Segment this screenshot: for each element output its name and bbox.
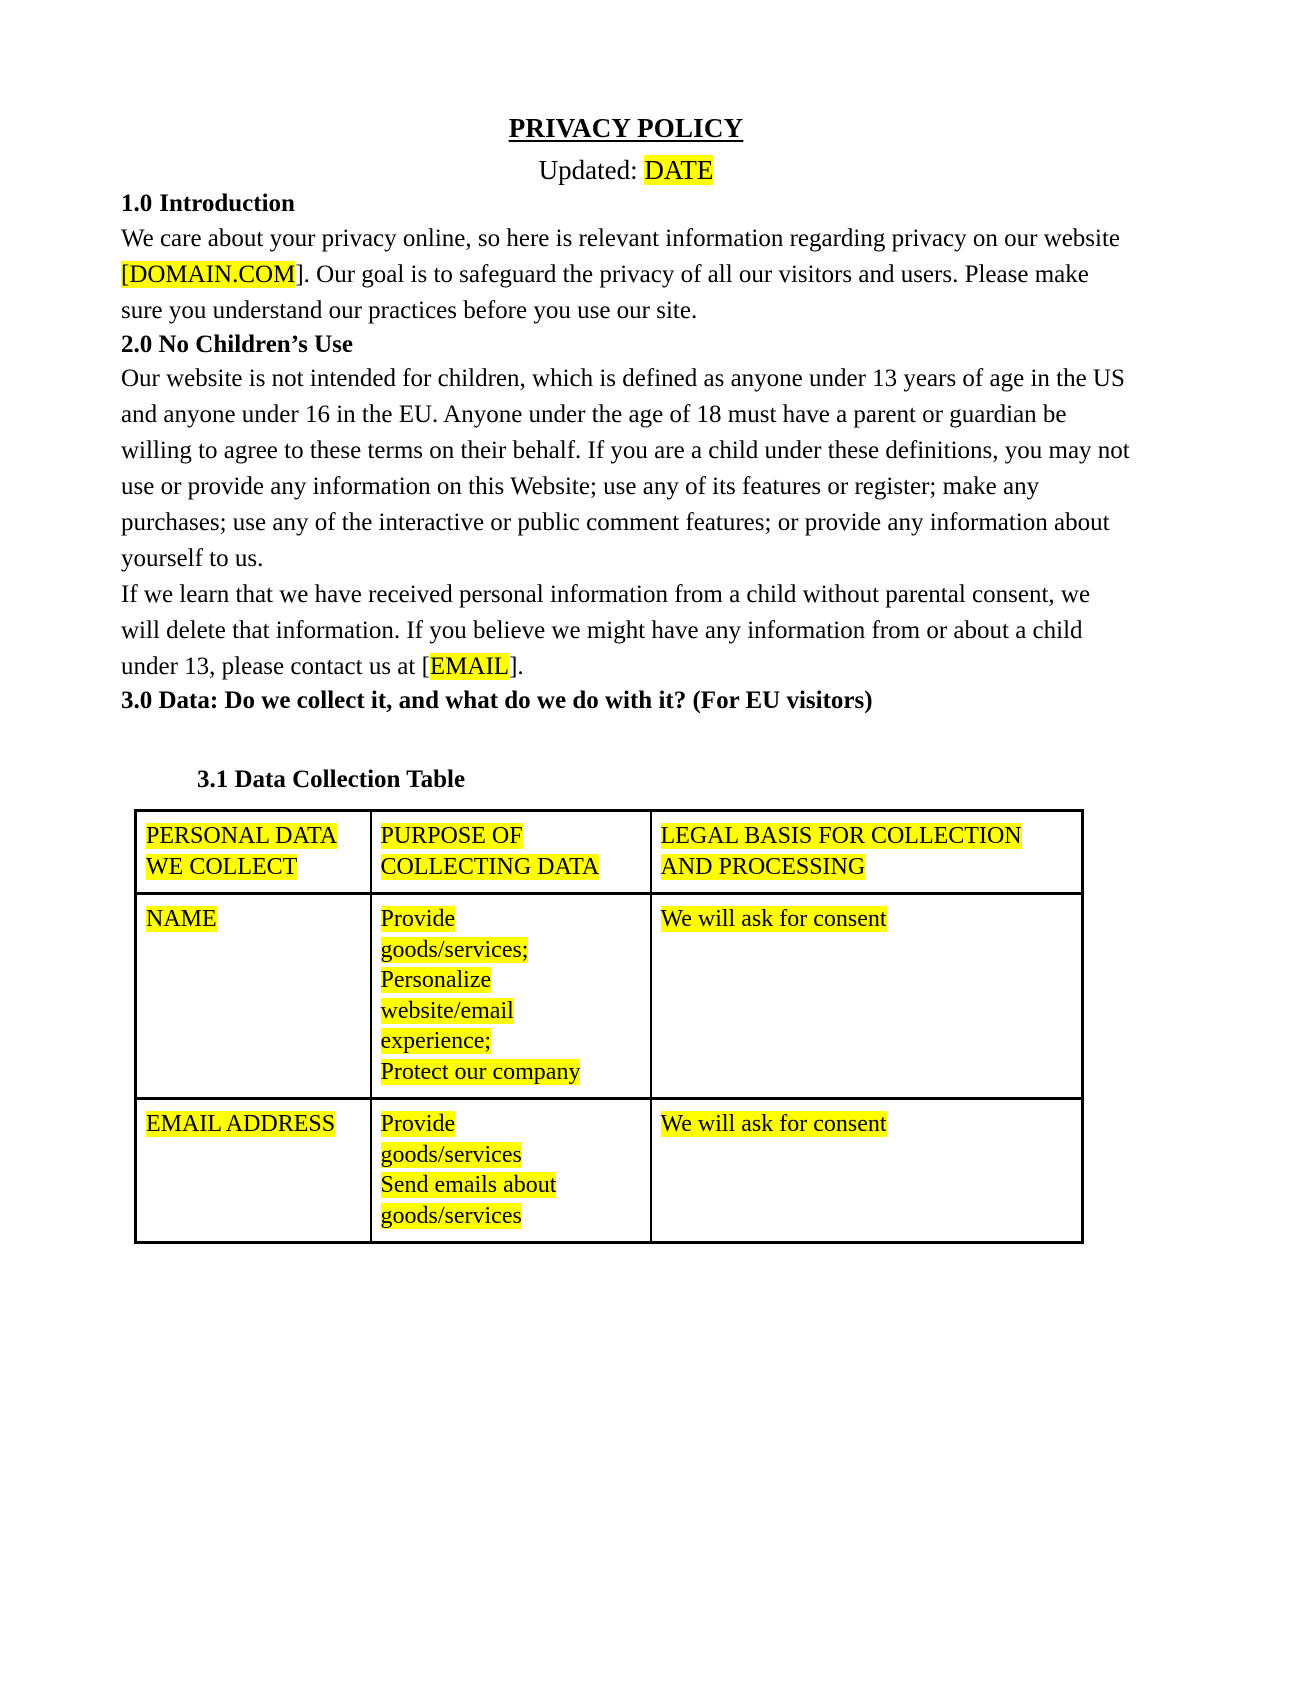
domain-placeholder: [DOMAIN.COM xyxy=(121,260,296,288)
cell-line: Protect our company xyxy=(380,1058,581,1085)
email-placeholder: EMAIL xyxy=(429,653,510,681)
paragraph-children-1: Our website is not intended for children… xyxy=(121,365,1130,573)
heading-3-1-data-collection-table: 3.1 Data Collection Table xyxy=(197,765,466,793)
table-cell-legal-basis: We will ask for consent xyxy=(649,892,1084,1101)
heading-3-data: 3.0 Data: Do we collect it, and what do … xyxy=(121,687,873,715)
updated-label: Updated: xyxy=(538,154,638,185)
document-title-text: PRIVACY POLICY xyxy=(508,113,744,143)
heading-2-no-childrens-use: 2.0 No Children’s Use xyxy=(121,330,353,358)
table-header-cell-personal-data: PERSONAL DATA WE COLLECT xyxy=(134,809,372,896)
table-cell-purpose: Provide goods/services Send emails about… xyxy=(369,1097,652,1244)
header-line: PERSONAL DATA xyxy=(146,823,338,850)
table-header-cell-purpose: PURPOSE OF COLLECTING DATA xyxy=(369,809,652,896)
cell-line: Provide xyxy=(380,1111,456,1138)
children2-text-part2: ]. xyxy=(509,653,524,681)
cell-line: We will ask for consent xyxy=(660,1111,887,1138)
heading-1-number: 1.0 xyxy=(121,190,153,218)
cell-line: goods/services xyxy=(380,1202,522,1229)
table-header-cell-legal-basis: LEGAL BASIS FOR COLLECTION AND PROCESSIN… xyxy=(649,809,1084,896)
paragraph-introduction: We care about your privacy online, so he… xyxy=(121,221,1131,329)
intro-text-part1: We care about your privacy online, so he… xyxy=(121,224,1121,252)
table-cell-personal-data: EMAIL ADDRESS xyxy=(134,1097,372,1244)
cell-line: NAME xyxy=(146,906,217,933)
document-title: PRIVACY POLICY xyxy=(121,112,1131,146)
cell-line: website/email xyxy=(380,997,514,1024)
table-cell-legal-basis: We will ask for consent xyxy=(649,1097,1084,1244)
table-header-row: PERSONAL DATA WE COLLECT PURPOSE OF COLL… xyxy=(134,809,1084,896)
heading-1-introduction: 1.0 Introduction xyxy=(121,188,1131,221)
cell-line: goods/services; xyxy=(380,936,529,963)
header-line: COLLECTING DATA xyxy=(380,853,600,880)
children2-text-part1: If we learn that we have received person… xyxy=(121,581,1091,681)
cell-line: Send emails about xyxy=(380,1172,557,1199)
table-row: EMAIL ADDRESS Provide goods/services Sen… xyxy=(134,1097,1084,1244)
table-cell-purpose: Provide goods/services; Personalize webs… xyxy=(369,892,652,1101)
cell-line: Personalize xyxy=(380,967,492,994)
cell-line: EMAIL ADDRESS xyxy=(146,1111,336,1138)
header-line: PURPOSE OF xyxy=(380,823,523,850)
document-updated-line: Updated: DATE xyxy=(121,152,1131,188)
cell-line: We will ask for consent xyxy=(660,906,887,933)
header-line: AND PROCESSING xyxy=(660,853,866,880)
table-row: NAME Provide goods/services; Personalize… xyxy=(134,892,1084,1101)
cell-line: Provide xyxy=(380,906,456,933)
data-collection-table: PERSONAL DATA WE COLLECT PURPOSE OF COLL… xyxy=(134,809,1084,1245)
updated-value-placeholder: DATE xyxy=(644,154,714,185)
data-collection-table-wrapper: PERSONAL DATA WE COLLECT PURPOSE OF COLL… xyxy=(121,809,1131,1245)
heading-1-text: Introduction xyxy=(159,190,295,218)
header-line: LEGAL BASIS FOR COLLECTION xyxy=(660,823,1022,850)
cell-line: goods/services xyxy=(380,1141,522,1168)
document-content: PRIVACY POLICY Updated: DATE 1.0 Introduc… xyxy=(121,0,1131,1245)
document-page: PRIVACY POLICY Updated: DATE 1.0 Introduc… xyxy=(0,0,1316,1698)
cell-line: experience; xyxy=(380,1028,492,1055)
header-line: WE COLLECT xyxy=(146,853,298,880)
table-cell-personal-data: NAME xyxy=(134,892,372,1101)
paragraph-children-2: If we learn that we have received person… xyxy=(121,577,1131,685)
